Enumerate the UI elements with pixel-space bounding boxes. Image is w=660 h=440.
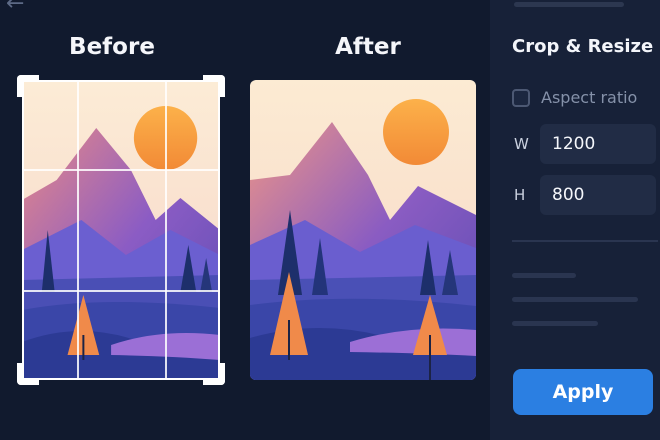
crop-resize-panel: Crop & Resize Aspect ratio W H Apply xyxy=(490,0,660,440)
aspect-ratio-row[interactable]: Aspect ratio xyxy=(512,88,637,107)
crop-grid-line xyxy=(24,169,218,171)
panel-top-divider xyxy=(514,2,624,7)
apply-button[interactable]: Apply xyxy=(513,369,653,415)
width-label: W xyxy=(514,135,529,153)
panel-title: Crop & Resize xyxy=(512,36,654,57)
height-label: H xyxy=(514,186,526,204)
width-input[interactable] xyxy=(540,124,656,164)
height-input[interactable] xyxy=(540,175,656,215)
crop-handle-bottom-right[interactable] xyxy=(203,363,225,385)
crop-grid-line xyxy=(24,290,218,292)
aspect-ratio-checkbox[interactable] xyxy=(512,88,530,107)
before-title: Before xyxy=(69,34,155,60)
crop-box[interactable] xyxy=(17,75,225,385)
aspect-ratio-label: Aspect ratio xyxy=(541,88,638,107)
crop-handle-bottom-left[interactable] xyxy=(17,363,39,385)
placeholder-line xyxy=(512,273,576,278)
crop-grid-line xyxy=(165,82,167,378)
placeholder-line xyxy=(512,297,638,302)
crop-grid-line xyxy=(77,82,79,378)
crop-handle-top-left[interactable] xyxy=(17,75,39,97)
after-image xyxy=(250,80,476,380)
placeholder-line xyxy=(512,321,598,326)
back-arrow-icon[interactable]: ← xyxy=(6,0,32,15)
crop-handle-top-right[interactable] xyxy=(203,75,225,97)
panel-divider xyxy=(512,240,658,242)
after-title: After xyxy=(335,34,401,60)
